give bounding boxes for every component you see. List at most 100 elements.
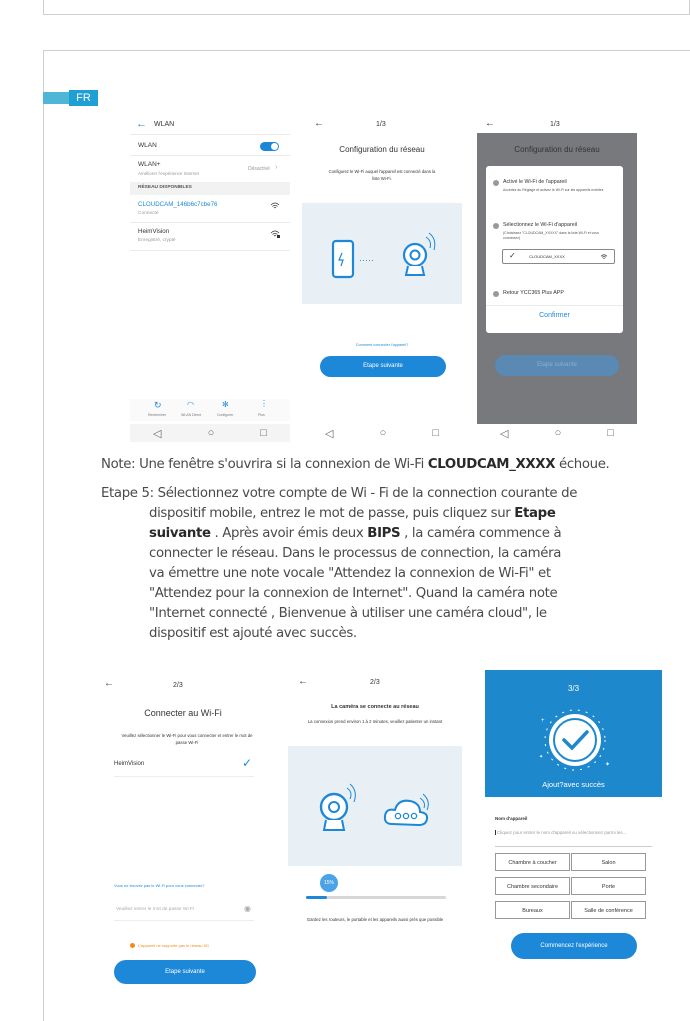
home-nav-icon[interactable]: ○ xyxy=(208,427,215,439)
confirm-button[interactable]: Confirmer xyxy=(486,312,623,319)
option-2-subtitle: (Choisissez "CLOUDCAM_XXXXX" dans la lis… xyxy=(503,231,600,240)
option-2-title[interactable]: Sélectionnez le Wi-Fi d'appareil xyxy=(503,222,577,228)
divider xyxy=(114,776,254,777)
wifi-not-found-link[interactable]: Vous ne trouvez pas le Wi-Fi pour vous c… xyxy=(114,883,205,888)
back-arrow-icon[interactable]: ← xyxy=(104,678,114,689)
help-link[interactable]: Comment connecter l'appareil? xyxy=(302,343,462,347)
step5-line1: Sélectionnez votre compte de Wi - Fi de … xyxy=(157,486,578,501)
gear-icon[interactable]: ✻ xyxy=(222,400,229,409)
chevron-right-icon: › xyxy=(275,164,278,171)
option-1-subtitle: Accédez au Réglage et activez le Wi-Fi s… xyxy=(503,188,604,192)
camera-cloud-illustration xyxy=(319,783,429,831)
step-indicator: 1/3 xyxy=(550,121,560,128)
back-arrow-icon[interactable]: ← xyxy=(136,118,147,130)
screen-success: 3/3 + ✦ ✦ Ajout?avec succès Nom d'appare… xyxy=(485,670,662,970)
chip-salon[interactable]: Salon xyxy=(571,853,646,871)
eye-icon[interactable]: ◉ xyxy=(244,904,251,913)
step5-line4: connecter le réseau. Dans le processus d… xyxy=(149,546,562,561)
option-3-title[interactable]: Retour YCC365 Plus APP xyxy=(503,290,564,296)
recents-nav-icon[interactable]: □ xyxy=(607,427,614,439)
back-arrow-icon[interactable]: ← xyxy=(314,118,324,129)
chip-bureaux[interactable]: Bureaux xyxy=(495,901,570,919)
network-name-2[interactable]: HeimVision xyxy=(138,228,169,235)
wlan-label: WLAN xyxy=(138,142,157,149)
wlan-plus-state[interactable]: Désactivé xyxy=(248,166,270,172)
progress-bubble: 15% xyxy=(320,874,338,892)
back-nav-icon[interactable]: ◁ xyxy=(325,427,333,440)
success-header: 3/3 + ✦ ✦ Ajout?avec succès xyxy=(485,670,662,797)
success-text: Ajout?avec succès xyxy=(542,780,605,789)
network-status-2: Enregistré, crypté xyxy=(138,238,176,243)
wifi-lock-icon xyxy=(270,230,280,238)
chip-chambre[interactable]: Chambre à coucher xyxy=(495,853,570,871)
chip-chambre-secondaire[interactable]: Chambre secondaire xyxy=(495,877,570,895)
subtitle: Configurez le Wi-Fi auquel l'appareil es… xyxy=(328,169,436,181)
next-step-button[interactable]: Etape suivante xyxy=(114,960,256,984)
divider xyxy=(114,920,254,921)
device-name-input[interactable]: Cliquez pour entrer le nom d'appareil ou… xyxy=(495,830,658,835)
step5-label: Etape 5: xyxy=(101,486,158,501)
network-select[interactable]: ✓ CLOUDCAM_XXXX xyxy=(502,249,615,264)
language-badge: FR xyxy=(69,90,98,106)
tab-rechercher[interactable]: Rechercher xyxy=(148,413,166,417)
start-experience-button[interactable]: Commencez l'expérience xyxy=(511,933,637,959)
option-1-title[interactable]: Activé le Wi-Fi de l'appareil xyxy=(503,179,567,185)
svg-text:✦: ✦ xyxy=(539,754,543,760)
screen-connecting: ← 2/3 La caméra se connecte au réseau La… xyxy=(288,670,462,950)
network-name-1[interactable]: CLOUDCAM_146b6c7cbe76 xyxy=(138,201,217,208)
step5-text: Etape 5: Sélectionnez votre compte de Wi… xyxy=(101,484,690,644)
step5-line2: dispositif mobile, entrez le mot de pass… xyxy=(149,506,515,521)
manual-page: FR ← WLAN WLAN WLAN+ Améliorer l'expérie… xyxy=(0,0,690,1021)
step5-button-ref: Etape xyxy=(514,506,556,521)
android-navbar: ◁ ○ □ xyxy=(302,424,462,442)
chip-salle-conference[interactable]: Salle de conférence xyxy=(571,901,646,919)
tab-plus[interactable]: Plus xyxy=(258,413,265,417)
wifi-icon xyxy=(270,202,280,209)
back-nav-icon[interactable]: ◁ xyxy=(500,427,508,440)
wlan-toggle[interactable] xyxy=(260,142,279,151)
password-input[interactable]: Veuillez entrer le mot de passe Wi-Fi xyxy=(116,907,194,912)
dialog: Activé le Wi-Fi de l'appareil Accédez au… xyxy=(486,166,623,333)
chip-porte[interactable]: Porte xyxy=(571,877,646,895)
selected-network[interactable]: HeimVision xyxy=(114,761,144,767)
step-indicator: 1/3 xyxy=(376,121,386,128)
note-suffix: échoue. xyxy=(555,457,610,472)
tab-configurer[interactable]: Configurer xyxy=(217,413,233,417)
recents-nav-icon[interactable]: □ xyxy=(432,427,439,439)
illustration: ····· xyxy=(302,203,462,304)
android-navbar: ◁ ○ □ xyxy=(130,424,290,442)
footer-text: Gardez les routeurs, le portable et les … xyxy=(306,917,444,922)
next-step-button[interactable]: Etape suivante xyxy=(320,356,446,377)
more-icon[interactable]: ⋮ xyxy=(260,399,268,408)
step5-line6: "Attendez pour la connexion de Internet"… xyxy=(149,586,558,601)
back-arrow-icon[interactable]: ← xyxy=(485,118,495,129)
page-title: Configuration du réseau xyxy=(514,145,600,154)
step-indicator: 2/3 xyxy=(173,682,183,689)
radio-2[interactable] xyxy=(493,223,499,229)
step-indicator: 3/3 xyxy=(567,684,580,693)
success-check-icon: + ✦ ✦ xyxy=(539,709,610,771)
refresh-icon[interactable]: ↻ xyxy=(154,400,162,411)
home-nav-icon[interactable]: ○ xyxy=(555,427,562,439)
wlan-plus-subtitle: Améliorer l'expérience Internet xyxy=(138,171,199,176)
phone-camera-illustration: ····· xyxy=(331,232,436,279)
svg-text:✦: ✦ xyxy=(605,761,610,768)
tab-wlan-direct[interactable]: WLAN Direct xyxy=(181,413,201,417)
wifi-direct-icon[interactable]: ◠ xyxy=(187,400,194,409)
step5-bips: BIPS xyxy=(367,526,401,541)
step5-line5: va émettre une note vocale "Attendez la … xyxy=(149,566,551,581)
step5-line3b: , la caméra commence à xyxy=(400,526,562,541)
recents-nav-icon[interactable]: □ xyxy=(260,427,267,439)
back-arrow-icon[interactable]: ← xyxy=(298,676,308,687)
home-nav-icon[interactable]: ○ xyxy=(380,427,387,439)
radio-1[interactable] xyxy=(493,180,499,186)
warning-icon xyxy=(130,943,135,948)
progress-fill xyxy=(306,896,327,899)
subtitle: La connexion prend environ 1 à 2 minutes… xyxy=(307,719,443,724)
language-tab xyxy=(43,92,69,104)
next-step-button: Etape suivante xyxy=(495,355,619,376)
check-icon: ✓ xyxy=(242,756,253,770)
screen-wlan: ← WLAN WLAN WLAN+ Améliorer l'expérience… xyxy=(130,112,290,442)
radio-3[interactable] xyxy=(493,291,499,297)
back-nav-icon[interactable]: ◁ xyxy=(153,427,161,440)
